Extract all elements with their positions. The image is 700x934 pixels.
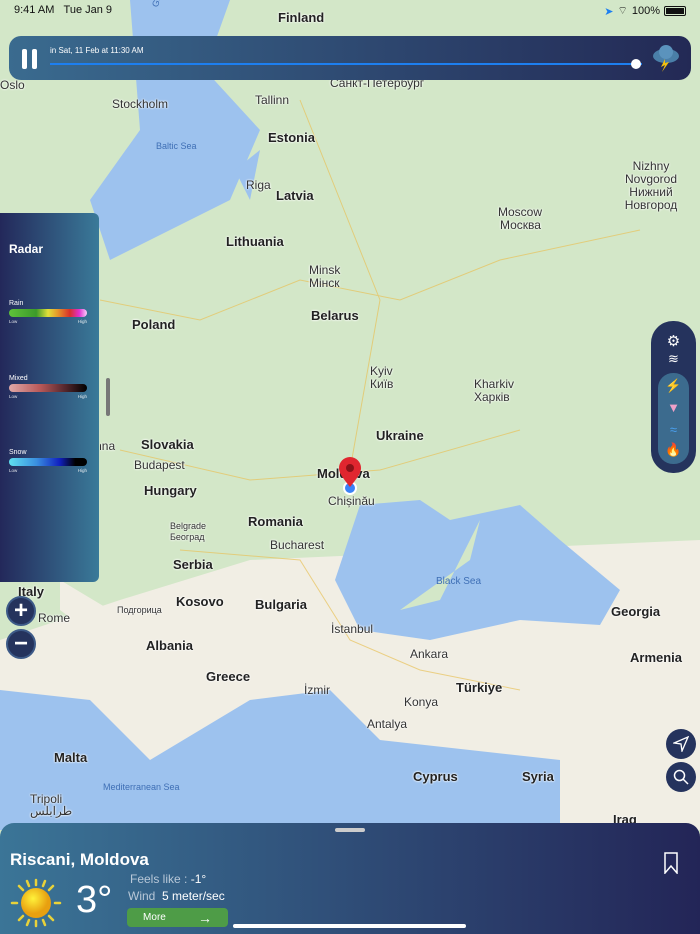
snow-legend: Snow Low High [9,449,87,473]
map-label: Rome [38,611,71,625]
map-label: Albania [146,638,193,653]
location-arrow-icon: ➤ [604,5,614,18]
radar-title: Radar [9,242,44,256]
navigation-arrow-icon [673,736,689,752]
map-label: İstanbul [331,622,374,636]
map-label: Budapest [134,458,185,472]
status-bar: 9:41 AM Tue Jan 9 ➤ ⌔ 100% [0,0,700,20]
map-label: Київ [370,377,394,391]
layer-options: ⚡ ▼ ≈ 🔥 [658,373,689,464]
location-pin-icon[interactable] [338,457,362,495]
map-label: Antalya [367,717,408,731]
timeline-slider[interactable] [50,63,642,65]
thunderstorm-icon [653,45,679,72]
more-button[interactable]: More → [127,908,228,927]
battery-percent: 100% [631,5,660,17]
wind-icon[interactable]: ≈ [658,422,689,437]
map-label: Oslo [0,78,25,92]
home-indicator [233,924,466,928]
map-label: Malta [54,750,88,765]
rain-legend: Rain Low High [9,300,87,324]
map-label: Београд [170,532,205,542]
map-label: Romania [248,514,303,529]
my-location-button[interactable] [666,729,696,759]
map-label: Black Sea [436,576,482,587]
layer-toolbar: ⚙ ≋ ⚡ ▼ ≈ 🔥 [651,321,696,473]
map-label: İzmir [304,683,330,697]
minus-icon: − [13,630,28,657]
temperature: 3° [76,879,113,921]
zoom-in-button[interactable]: + [6,596,36,626]
map-label: Nizhny Novgorod [624,159,678,186]
map-label: Türkiye [456,680,503,695]
map-label: Ankara [410,647,449,661]
map-label: Greece [206,669,251,684]
map-label: Bulgaria [255,597,308,612]
map-label: Georgia [611,604,661,619]
location-name: Riscani, Moldova [10,850,149,869]
map-label: Харків [474,390,510,404]
bookmark-icon[interactable] [663,852,679,874]
tornado-icon[interactable]: ▼ [658,400,689,415]
map-label: Armenia [630,650,683,665]
lightning-icon[interactable]: ⚡ [658,378,689,394]
map-label: Belarus [311,308,359,323]
map-label: Serbia [173,557,213,572]
map-label: Lithuania [226,234,284,249]
map-label: Latvia [276,188,314,203]
map-label: Bucharest [270,538,325,552]
map-label: طرابلس [30,804,73,818]
map-label: Estonia [268,130,315,145]
timeline-slider-handle[interactable] [631,59,642,69]
map-label: Мінск [309,276,340,290]
map-label: Нижний Новгород [624,185,678,212]
search-icon [673,769,689,785]
pause-button[interactable] [22,49,38,69]
wind-speed: Wind 5 meter/sec [128,889,225,903]
timeline-label: in Sat, 11 Feb at 11:30 AM [50,46,144,55]
timeline-bar: in Sat, 11 Feb at 11:30 AM [9,36,691,80]
map-label: Kosovo [176,594,224,609]
map-label: Cyprus [413,769,458,784]
map-label: Vienna [100,439,115,453]
weather-bottom-sheet: Riscani, Moldova 3° Feels like : -1° Win… [0,823,700,934]
status-time-date: 9:41 AM Tue Jan 9 [14,4,113,16]
map-label: Poland [132,317,176,332]
map-label: Kharkiv [474,377,515,391]
zoom-out-button[interactable]: − [6,629,36,659]
mixed-legend: Mixed Low High [9,375,87,399]
map-label: Chișinău [328,494,375,508]
arrow-right-icon: → [197,909,212,926]
fire-icon[interactable]: 🔥 [658,442,689,458]
panel-drag-handle[interactable] [106,378,110,416]
map-label: Moscow [498,205,543,219]
map-label: Tallinn [255,93,290,107]
map-label: Подгорица [117,605,162,615]
map-label: Konya [404,695,439,709]
settings-gear-icon[interactable]: ⚙ [651,332,696,350]
map-label: Mediterranean Sea [103,782,180,792]
layers-icon[interactable]: ≋ [651,351,696,367]
battery-icon [664,6,686,16]
map-label: Riga [246,178,271,192]
feels-like: Feels like : -1° [130,872,207,886]
map-label: Baltic Sea [156,141,197,151]
map-label: Stockholm [112,97,169,111]
map-label: Ukraine [376,428,424,443]
map-label: Kyiv [370,364,393,378]
map-label: Belgrade [170,521,207,531]
wifi-icon: ⌔ [617,5,628,17]
sun-icon [10,878,62,928]
map-label: Hungary [144,483,197,498]
sheet-grabber[interactable] [335,828,365,832]
map-label: Minsk [309,263,341,277]
search-button[interactable] [666,762,696,792]
map-label: Slovakia [141,437,194,452]
radar-legend-panel: Radar Rain Low High Mixed Low High Snow Low Hi… [0,213,99,582]
map-label: Москва [500,218,541,232]
map-label: Syria [522,769,554,784]
plus-icon: + [13,597,28,624]
